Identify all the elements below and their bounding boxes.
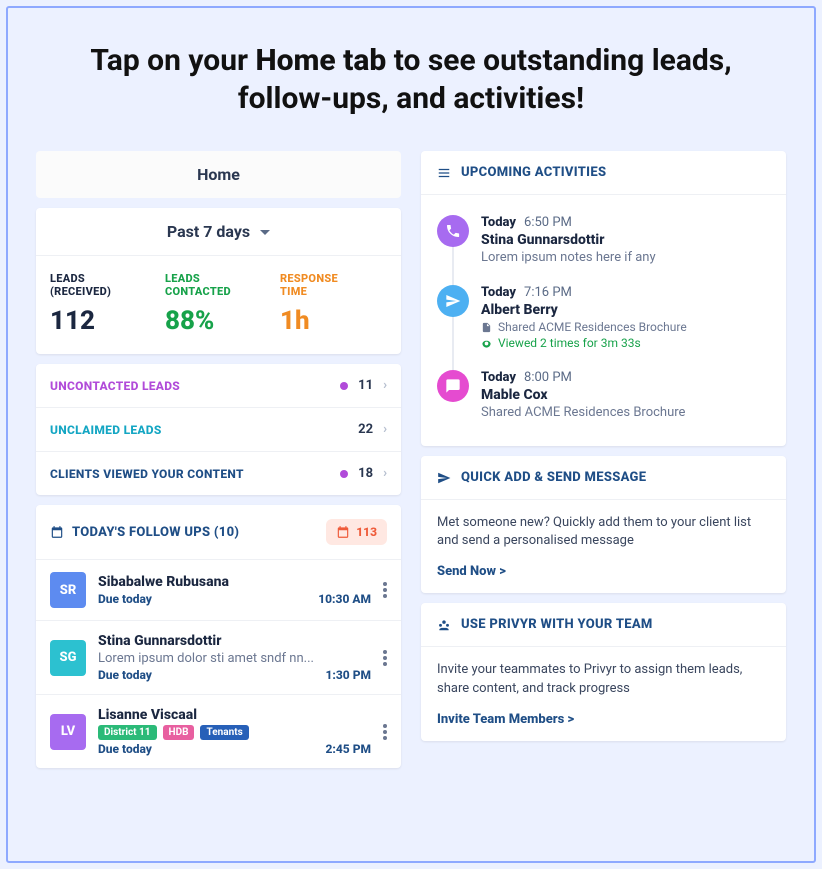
promo-headline: Tap on your Home tab to see outstanding … (46, 42, 776, 117)
document-icon (481, 322, 492, 333)
dot-indicator-icon (340, 470, 348, 478)
date-range-selector[interactable]: Past 7 days (36, 208, 401, 256)
avatar: SG (50, 640, 86, 676)
send-icon (437, 471, 451, 485)
more-menu-icon[interactable] (383, 724, 387, 740)
team-icon (437, 618, 451, 632)
followup-item[interactable]: LV Lisanne Viscaal District 11 HDB Tenan… (36, 695, 401, 768)
quick-add-text: Met someone new? Quickly add them to you… (437, 514, 770, 550)
avatar: LV (50, 714, 86, 750)
chevron-right-icon: › (383, 466, 387, 481)
tag: HDB (163, 725, 195, 740)
send-icon (437, 285, 469, 317)
activity-item[interactable]: Today7:16 PM Albert Berry Shared ACME Re… (437, 275, 770, 360)
activity-item[interactable]: Today8:00 PM Mable Cox Shared ACME Resid… (437, 360, 770, 430)
stat-leads-contacted: LEADSCONTACTED 88% (165, 272, 272, 336)
upcoming-activities-header: UPCOMING ACTIVITIES (421, 151, 786, 195)
calendar-icon (50, 525, 64, 539)
followup-item[interactable]: SG Stina Gunnarsdottir Lorem ipsum dolor… (36, 621, 401, 695)
team-header: USE PRIVYR WITH YOUR TEAM (421, 603, 786, 647)
row-clients-viewed-content[interactable]: CLIENTS VIEWED YOUR CONTENT 18› (36, 452, 401, 495)
home-tab-header: Home (36, 151, 401, 198)
avatar: SR (50, 572, 86, 608)
glasses-icon (481, 338, 492, 349)
stat-response-time: RESPONSETIME 1h (280, 272, 387, 336)
phone-icon (437, 215, 469, 247)
more-menu-icon[interactable] (383, 582, 387, 598)
chevron-down-icon (260, 222, 270, 241)
date-range-label: Past 7 days (167, 222, 250, 241)
send-now-link[interactable]: Send Now > (437, 564, 506, 579)
chat-icon (437, 370, 469, 402)
chevron-right-icon: › (383, 378, 387, 393)
calendar-alert-icon (336, 525, 350, 539)
tag: District 11 (98, 725, 157, 740)
more-menu-icon[interactable] (383, 650, 387, 666)
team-text: Invite your teammates to Privyr to assig… (437, 661, 770, 697)
overdue-badge[interactable]: 113 (326, 519, 387, 545)
activity-item[interactable]: Today6:50 PM Stina Gunnarsdottir Lorem i… (437, 205, 770, 275)
row-uncontacted-leads[interactable]: UNCONTACTED LEADS 11› (36, 364, 401, 408)
dot-indicator-icon (340, 382, 348, 390)
stat-leads-received: LEADS(RECEIVED) 112 (50, 272, 157, 336)
tag: Tenants (200, 725, 248, 740)
followup-item[interactable]: SR Sibabalwe Rubusana Due today10:30 AM (36, 560, 401, 621)
list-icon (437, 166, 451, 180)
invite-team-link[interactable]: Invite Team Members > (437, 712, 574, 727)
chevron-right-icon: › (383, 422, 387, 437)
quick-add-header: QUICK ADD & SEND MESSAGE (421, 456, 786, 500)
row-unclaimed-leads[interactable]: UNCLAIMED LEADS 22› (36, 408, 401, 452)
followups-header: TODAY'S FOLLOW UPS (10) (50, 525, 239, 540)
